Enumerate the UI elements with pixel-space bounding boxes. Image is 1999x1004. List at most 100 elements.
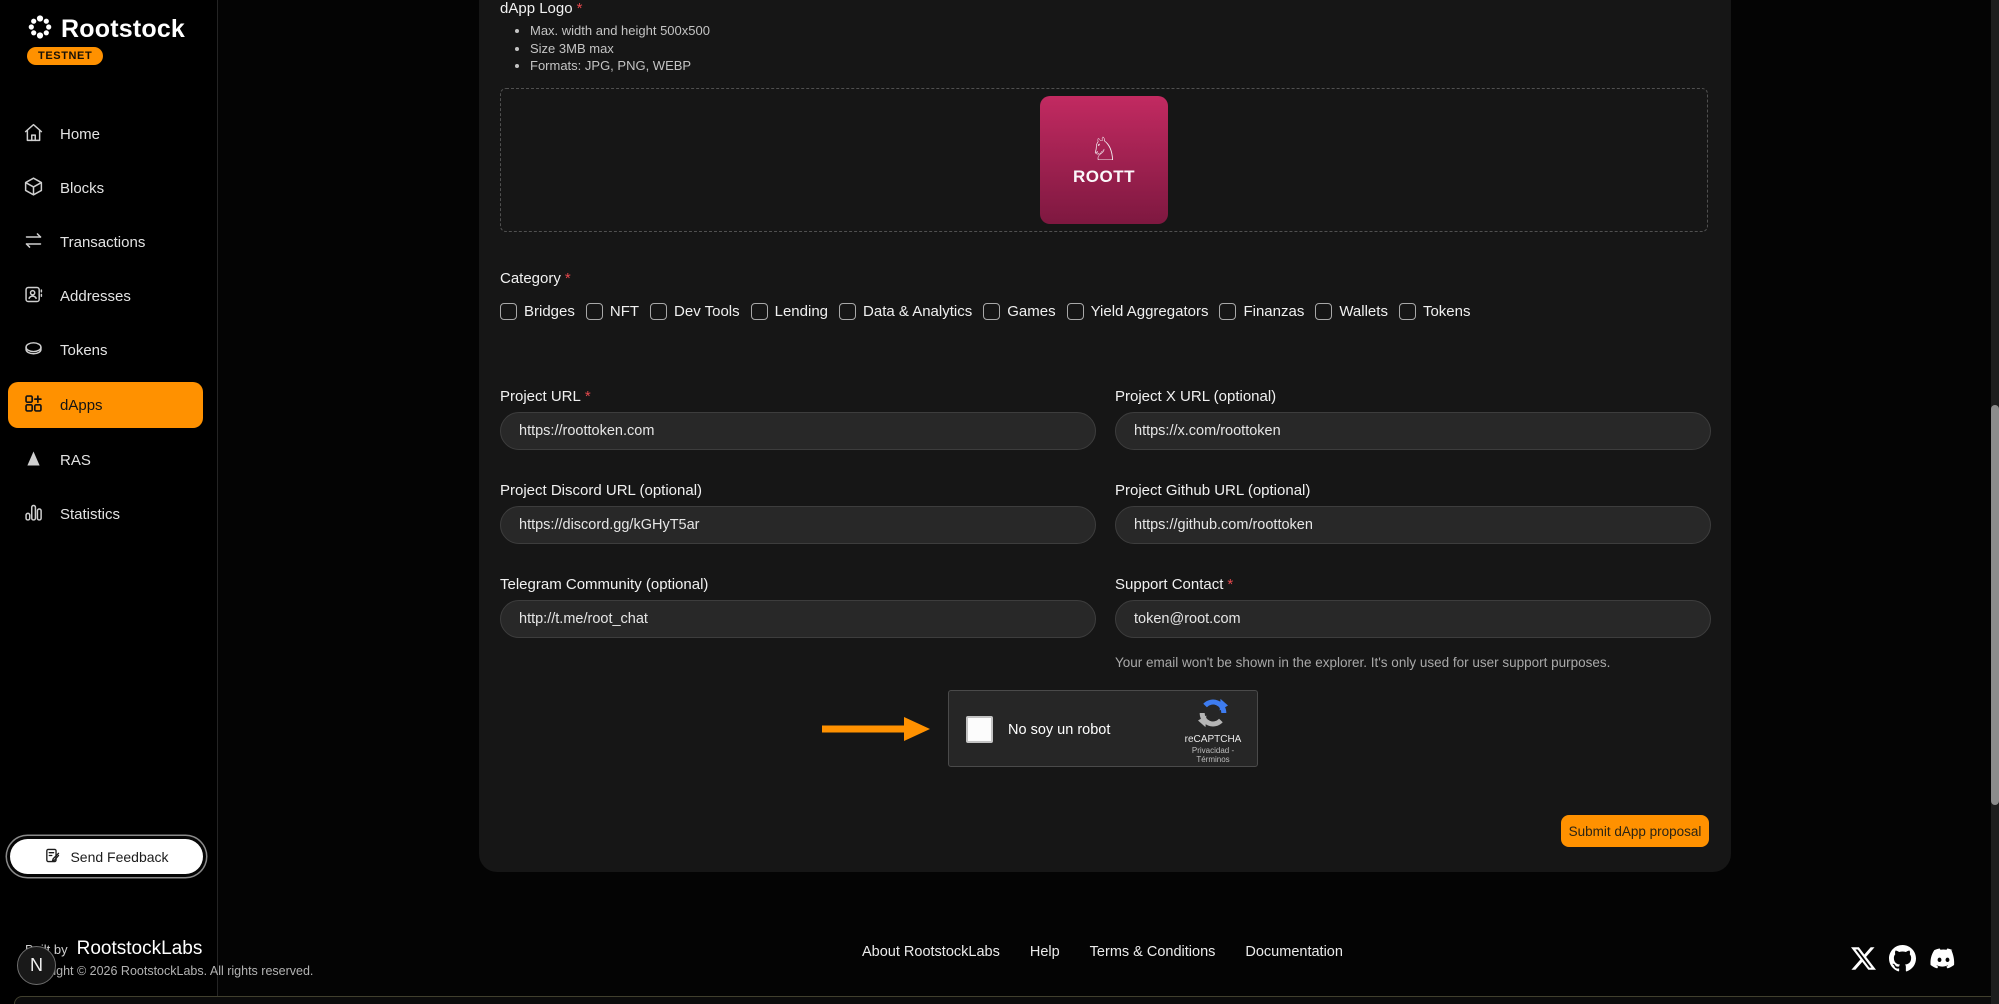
category-checkbox[interactable] [650, 303, 667, 320]
recaptcha-widget: No soy un robot reCAPTCHA Privacidad - T… [948, 690, 1258, 767]
category-option[interactable]: Yield Aggregators [1067, 303, 1209, 320]
knight-icon: ♘ [1090, 133, 1119, 165]
telegram-community-label: Telegram Community (optional) [500, 576, 712, 593]
category-checkbox[interactable] [1067, 303, 1084, 320]
category-checkbox[interactable] [1399, 303, 1416, 320]
dapp-logo-preview: ♘ ROOTT [1040, 96, 1168, 224]
recaptcha-label: No soy un robot [1008, 722, 1110, 738]
footer-links: About RootstockLabs Help Terms & Conditi… [862, 944, 1343, 960]
github-icon[interactable] [1889, 945, 1916, 972]
logo-dropzone[interactable]: ♘ ROOTT [500, 88, 1708, 232]
project-discord-url-input[interactable] [500, 506, 1096, 544]
project-url-input[interactable] [500, 412, 1096, 450]
recaptcha-checkbox[interactable] [966, 716, 993, 743]
logo-requirement: Size 3MB max [530, 40, 710, 58]
grid-plus-icon [23, 393, 44, 418]
bar-chart-icon [23, 502, 44, 527]
coin-icon [23, 338, 44, 363]
category-option[interactable]: Lending [751, 303, 828, 320]
x-icon[interactable] [1851, 946, 1876, 971]
sidebar-item-statistics[interactable]: Statistics [8, 492, 203, 536]
required-asterisk: * [577, 0, 583, 17]
category-option[interactable]: Bridges [500, 303, 575, 320]
required-asterisk: * [565, 270, 571, 287]
footer-link-terms[interactable]: Terms & Conditions [1090, 944, 1216, 960]
sidebar-item-tokens[interactable]: Tokens [8, 328, 203, 372]
category-checkbox[interactable] [983, 303, 1000, 320]
send-feedback-label: Send Feedback [70, 849, 168, 865]
rootstock-flower-icon [26, 13, 54, 46]
sidebar-item-label: dApps [60, 397, 103, 414]
sidebar-item-transactions[interactable]: Transactions [8, 220, 203, 264]
notification-widget[interactable]: N [17, 946, 56, 985]
category-checkbox[interactable] [1219, 303, 1236, 320]
swap-arrows-icon [23, 230, 44, 255]
telegram-community-input[interactable] [500, 600, 1096, 638]
footer: Built by RootstockLabs Copyright © 2026 … [0, 920, 1999, 1004]
support-contact-input[interactable] [1115, 600, 1711, 638]
sidebar-item-home[interactable]: Home [8, 112, 203, 156]
sidebar-item-blocks[interactable]: Blocks [8, 166, 203, 210]
logo-requirements: Max. width and height 500x500 Size 3MB m… [516, 22, 710, 75]
brand-name: Rootstock [61, 15, 185, 44]
recaptcha-logo-icon [1198, 715, 1228, 732]
project-x-url-label: Project X URL (optional) [1115, 388, 1280, 405]
category-checkbox[interactable] [1315, 303, 1332, 320]
sidebar-item-label: RAS [60, 452, 91, 469]
project-url-label: Project URL* [500, 388, 591, 405]
sidebar: Rootstock TESTNET Home Blocks Transactio… [0, 0, 218, 1004]
scrollbar-thumb[interactable] [1991, 405, 1999, 805]
send-feedback-button[interactable]: Send Feedback [10, 839, 203, 874]
sidebar-item-label: Tokens [60, 342, 108, 359]
brand-logo[interactable]: Rootstock [26, 13, 185, 46]
pointer-arrow-icon [820, 715, 932, 748]
discord-icon[interactable] [1929, 944, 1958, 973]
support-contact-label: Support Contact* [1115, 576, 1233, 593]
dapp-logo-name: ROOTT [1073, 167, 1135, 187]
social-links [1851, 944, 1958, 973]
category-checkbox[interactable] [586, 303, 603, 320]
category-label: Category* [500, 270, 571, 287]
sidebar-item-ras[interactable]: RAS [8, 438, 203, 482]
sidebar-item-label: Transactions [60, 234, 145, 251]
category-option[interactable]: Data & Analytics [839, 303, 972, 320]
category-option[interactable]: Finanzas [1219, 303, 1304, 320]
project-github-url-label: Project Github URL (optional) [1115, 482, 1314, 499]
id-card-icon [23, 284, 44, 309]
dapp-proposal-form: dApp Logo* Max. width and height 500x500… [479, 0, 1731, 872]
feedback-note-icon [44, 847, 61, 867]
page: Rootstock TESTNET Home Blocks Transactio… [0, 0, 1999, 1004]
footer-link-documentation[interactable]: Documentation [1245, 944, 1343, 960]
category-checkbox[interactable] [751, 303, 768, 320]
category-option[interactable]: Wallets [1315, 303, 1388, 320]
bottom-panel-edge [14, 996, 1999, 1004]
cube-icon [23, 176, 44, 201]
category-options: Bridges NFT Dev Tools Lending Data & Ana… [500, 303, 1470, 320]
category-option[interactable]: NFT [586, 303, 639, 320]
category-checkbox[interactable] [500, 303, 517, 320]
sidebar-item-label: Home [60, 126, 100, 143]
category-option[interactable]: Games [983, 303, 1055, 320]
support-helper-text: Your email won't be shown in the explore… [1115, 655, 1711, 670]
mountain-icon [23, 448, 44, 473]
sidebar-item-label: Statistics [60, 506, 120, 523]
project-discord-url-label: Project Discord URL (optional) [500, 482, 706, 499]
category-option[interactable]: Dev Tools [650, 303, 740, 320]
company-name: RootstockLabs [77, 938, 203, 960]
sidebar-item-addresses[interactable]: Addresses [8, 274, 203, 318]
sidebar-item-label: Blocks [60, 180, 104, 197]
logo-requirement: Formats: JPG, PNG, WEBP [530, 57, 710, 75]
recaptcha-brand: reCAPTCHA [1181, 734, 1245, 745]
category-option[interactable]: Tokens [1399, 303, 1471, 320]
project-x-url-input[interactable] [1115, 412, 1711, 450]
home-icon [23, 122, 44, 147]
sidebar-nav: Home Blocks Transactions Addresses Token… [0, 112, 218, 546]
submit-dapp-proposal-button[interactable]: Submit dApp proposal [1561, 815, 1709, 847]
recaptcha-links[interactable]: Privacidad - Términos [1181, 746, 1245, 764]
dapp-logo-label: dApp Logo* [500, 0, 582, 17]
footer-link-about[interactable]: About RootstockLabs [862, 944, 1000, 960]
sidebar-item-dapps[interactable]: dApps [8, 382, 203, 428]
footer-link-help[interactable]: Help [1030, 944, 1060, 960]
category-checkbox[interactable] [839, 303, 856, 320]
project-github-url-input[interactable] [1115, 506, 1711, 544]
